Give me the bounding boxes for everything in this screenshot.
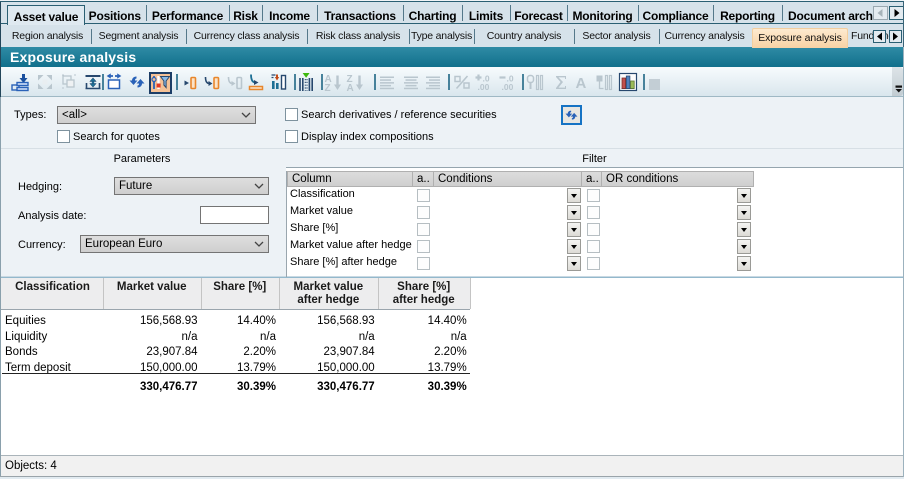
svg-text:.00: .00 xyxy=(478,82,490,92)
svg-text:.00: .00 xyxy=(501,82,513,92)
svg-text:Z: Z xyxy=(325,83,331,92)
svg-text:A: A xyxy=(347,83,354,92)
svg-text:A: A xyxy=(576,75,587,92)
